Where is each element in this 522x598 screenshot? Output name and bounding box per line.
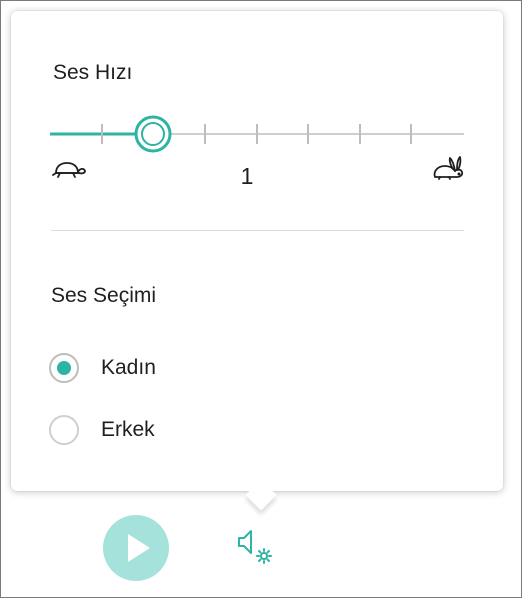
- voice-option-male[interactable]: Erkek: [49, 412, 155, 448]
- speed-section-title: Ses Hızı: [53, 61, 133, 84]
- app-window: Ses Hızı 1 Ses Seçimi Kadın Erkek: [0, 0, 522, 598]
- play-icon: [128, 534, 150, 562]
- speaker-gear-icon: [238, 530, 272, 564]
- radio-button-female[interactable]: [49, 353, 79, 383]
- turtle-icon: [51, 160, 87, 187]
- voice-settings-button[interactable]: [237, 527, 277, 567]
- radio-selected-dot: [57, 361, 71, 375]
- play-button[interactable]: [103, 515, 169, 581]
- section-divider: [51, 230, 464, 231]
- slider-value-label: 1: [240, 163, 254, 189]
- rabbit-icon: [431, 155, 465, 186]
- voice-option-female[interactable]: Kadın: [49, 350, 156, 386]
- voice-option-female-label: Kadın: [101, 356, 156, 379]
- radio-button-male[interactable]: [49, 415, 79, 445]
- voice-option-male-label: Erkek: [101, 418, 155, 441]
- voice-section-title: Ses Seçimi: [51, 284, 157, 307]
- slider-thumb: [134, 115, 172, 153]
- speed-slider[interactable]: [50, 113, 464, 157]
